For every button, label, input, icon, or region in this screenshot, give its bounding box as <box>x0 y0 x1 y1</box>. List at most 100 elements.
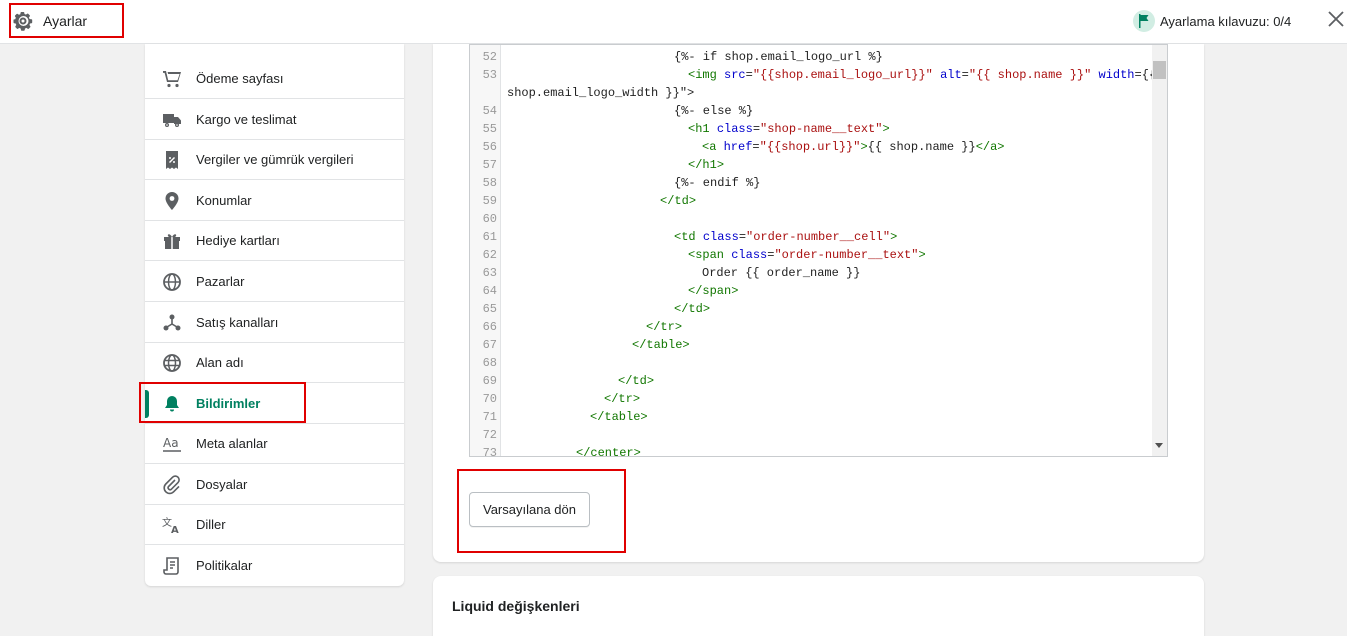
line-number: 62 <box>482 248 497 262</box>
sidebar-item-sales-channels[interactable]: Satış kanalları <box>145 303 404 343</box>
sidebar-item-languages[interactable]: 文A Diller <box>145 505 404 545</box>
line-number: 67 <box>482 338 497 352</box>
line-number: 66 <box>482 320 497 334</box>
line-number: 72 <box>482 428 497 442</box>
receipt-icon <box>166 151 178 169</box>
code-line[interactable]: <h1 class="shop-name__text"> <box>688 122 890 136</box>
sidebar-item-label: Konumlar <box>196 193 252 208</box>
code-content[interactable]: 52 {%- if shop.email_logo_url %} 53 <img sr… <box>470 45 1167 457</box>
code-line[interactable]: <td class="order-number__cell"> <box>674 230 897 244</box>
sidebar-item-label: Ödeme sayfası <box>196 71 284 86</box>
sidebar-item-label: Dosyalar <box>196 477 248 492</box>
scrollbar-thumb[interactable] <box>1153 61 1166 79</box>
line-number: 53 <box>482 68 497 82</box>
flag-icon <box>1133 10 1155 32</box>
line-number: 69 <box>482 374 497 388</box>
sidebar-item-checkout[interactable]: Ödeme sayfası <box>145 59 404 99</box>
code-line[interactable]: shop.email_logo_width }}"> <box>507 86 694 100</box>
sidebar-item-label: Vergiler ve gümrük vergileri <box>196 152 354 167</box>
code-line[interactable]: </table> <box>590 410 648 424</box>
document-icon <box>163 557 179 575</box>
sidebar-item-label: Politikalar <box>196 558 253 573</box>
line-number: 61 <box>482 230 497 244</box>
line-number: 56 <box>482 140 497 154</box>
code-line[interactable]: {%- else %} <box>674 104 753 118</box>
liquid-variables-card: Liquid değişkenleri <box>433 576 1204 636</box>
liquid-variables-heading: Liquid değişkenleri <box>452 598 580 614</box>
code-line[interactable]: <img src="{{shop.email_logo_url}}" alt="… <box>688 68 1156 82</box>
sidebar-item-policies[interactable]: Politikalar <box>145 546 404 586</box>
code-line[interactable]: </center> <box>576 446 641 456</box>
sidebar-item-label: Alan adı <box>196 355 244 370</box>
active-indicator <box>145 390 149 418</box>
setup-guide-button[interactable]: Ayarlama kılavuzu: 0/4 <box>1133 9 1291 33</box>
sidebar-item-gift-cards[interactable]: Hediye kartları <box>145 221 404 261</box>
code-line[interactable]: <a href="{{shop.url}}">{{ shop.name }}</… <box>702 140 1005 154</box>
sidebar-item-shipping[interactable]: Kargo ve teslimat <box>145 100 404 140</box>
sidebar-item-label: Kargo ve teslimat <box>196 112 297 127</box>
line-number: 54 <box>482 104 497 118</box>
cart-icon <box>163 71 181 88</box>
code-line[interactable]: </h1> <box>688 158 724 172</box>
code-line[interactable]: </tr> <box>604 392 640 406</box>
code-line[interactable]: </td> <box>618 374 654 388</box>
code-line[interactable]: <span class="order-number__text"> <box>688 248 926 262</box>
sidebar-item-label: Satış kanalları <box>196 315 279 330</box>
settings-title-area: Ayarlar <box>9 3 124 38</box>
sidebar-item-markets[interactable]: Pazarlar <box>145 262 404 302</box>
line-number: 68 <box>482 356 497 370</box>
sidebar-item-label: Bildirimler <box>196 396 261 411</box>
top-bar: Ayarlar Ayarlama kılavuzu: 0/4 <box>0 0 1347 44</box>
line-number: 71 <box>482 410 497 424</box>
sidebar-item-label: Diller <box>196 517 226 532</box>
code-line[interactable]: Order {{ order_name }} <box>702 266 860 280</box>
channels-icon <box>163 314 181 331</box>
editor-scrollbar[interactable] <box>1152 45 1167 456</box>
line-number: 73 <box>482 446 497 457</box>
line-number: 59 <box>482 194 497 208</box>
markets-icon <box>163 273 181 291</box>
revert-to-default-button[interactable]: Varsayılana dön <box>469 492 590 527</box>
bell-icon <box>165 396 179 412</box>
paperclip-icon <box>163 475 180 495</box>
gift-icon <box>164 234 180 249</box>
settings-sidebar: Ödeme sayfası Kargo ve teslimat Vergiler… <box>145 44 404 586</box>
sidebar-item-label: Pazarlar <box>196 274 245 289</box>
sidebar-item-taxes[interactable]: Vergiler ve gümrük vergileri <box>145 140 404 180</box>
globe-icon <box>163 354 181 372</box>
svg-text:A: A <box>171 525 179 535</box>
truck-icon <box>163 114 181 127</box>
line-number: 58 <box>482 176 497 190</box>
code-line[interactable]: {%- endif %} <box>674 176 760 190</box>
scroll-down-arrow[interactable] <box>1155 443 1163 448</box>
metafields-icon: Aa <box>163 436 181 452</box>
gear-icon <box>13 11 33 31</box>
line-number: 64 <box>482 284 497 298</box>
translate-icon: 文A <box>162 516 179 535</box>
line-number: 52 <box>482 50 497 64</box>
close-icon[interactable] <box>1326 9 1346 29</box>
line-number: 70 <box>482 392 497 406</box>
location-pin-icon <box>165 192 179 210</box>
code-line[interactable]: </td> <box>660 194 696 208</box>
sidebar-item-label: Meta alanlar <box>196 436 268 451</box>
line-number: 57 <box>482 158 497 172</box>
sidebar-item-files[interactable]: Dosyalar <box>145 465 404 505</box>
svg-text:Aa: Aa <box>163 436 179 450</box>
sidebar-item-domains[interactable]: Alan adı <box>145 343 404 383</box>
setup-guide-label: Ayarlama kılavuzu: 0/4 <box>1160 13 1292 29</box>
sidebar-item-notifications[interactable]: Bildirimler <box>145 384 404 424</box>
line-number: 65 <box>482 302 497 316</box>
sidebar-item-label: Hediye kartları <box>196 233 280 248</box>
code-line[interactable]: {%- if shop.email_logo_url %} <box>674 50 883 64</box>
code-line[interactable]: </table> <box>632 338 690 352</box>
code-line[interactable]: </td> <box>674 302 710 316</box>
code-editor[interactable]: 52 {%- if shop.email_logo_url %} 53 <img sr… <box>469 44 1168 457</box>
page-title: Ayarlar <box>43 13 88 29</box>
code-line[interactable]: </tr> <box>646 320 682 334</box>
sidebar-item-locations[interactable]: Konumlar <box>145 181 404 221</box>
sidebar-item-metafields[interactable]: Aa Meta alanlar <box>145 424 404 464</box>
line-number: 63 <box>482 266 497 280</box>
line-number: 60 <box>482 212 497 226</box>
code-line[interactable]: </span> <box>688 284 738 298</box>
